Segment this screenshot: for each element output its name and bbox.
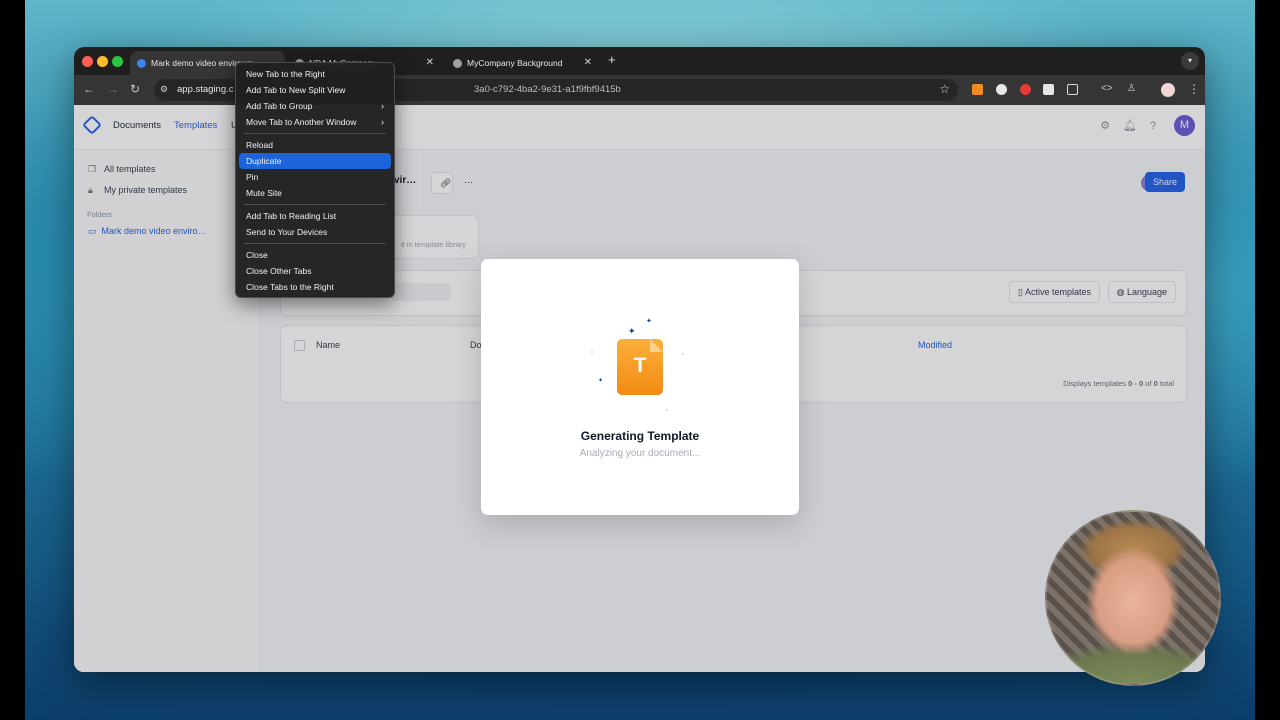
dot-decoration <box>591 351 593 353</box>
site-info-icon[interactable]: ⚙ <box>160 84 171 95</box>
menu-item-close-tabs-right[interactable]: Close Tabs to the Right <box>239 279 391 295</box>
menu-item-reading-list[interactable]: Add Tab to Reading List <box>239 208 391 224</box>
forward-button[interactable]: → <box>107 82 119 96</box>
close-tab-icon[interactable]: ✕ <box>584 51 592 75</box>
dot-decoration <box>682 353 684 355</box>
menu-item-pin[interactable]: Pin <box>239 169 391 185</box>
menu-separator <box>244 133 386 134</box>
extension-icon[interactable] <box>1043 84 1054 95</box>
back-button[interactable]: ← <box>83 82 95 96</box>
tab-favicon-icon <box>137 59 146 69</box>
menu-item-close[interactable]: Close <box>239 247 391 263</box>
close-window-button[interactable] <box>82 56 93 67</box>
menu-item-reload[interactable]: Reload <box>239 137 391 153</box>
close-tab-icon[interactable]: ✕ <box>426 51 434 75</box>
template-letter: T <box>633 354 647 377</box>
code-icon[interactable]: <> <box>1101 83 1113 94</box>
template-document-icon: T <box>617 339 663 395</box>
url-host: app.staging.c <box>177 84 234 95</box>
modal-subtitle: Analyzing your document... <box>579 448 701 459</box>
tab-title: MyCompany Background <box>467 58 563 68</box>
globe-icon <box>453 59 462 69</box>
generating-template-modal: ✦ ✦ ✦ T Generating Template Analyzing yo… <box>481 259 799 515</box>
tab-mycompany-background[interactable]: MyCompany Background ✕ <box>446 51 598 75</box>
webcam-overlay <box>1045 510 1221 686</box>
maximize-window-button[interactable] <box>112 56 123 67</box>
sparkle-icon: ✦ <box>646 318 652 325</box>
dot-decoration <box>666 409 668 411</box>
menu-item-close-other-tabs[interactable]: Close Other Tabs <box>239 263 391 279</box>
puzzle-extensions-icon[interactable] <box>1067 84 1078 95</box>
menu-item-new-tab-right[interactable]: New Tab to the Right <box>239 66 391 82</box>
chevron-right-icon: › <box>381 117 384 127</box>
reload-button[interactable]: ↻ <box>130 82 140 96</box>
modal-title: Generating Template <box>580 429 700 443</box>
menu-item-duplicate[interactable]: Duplicate <box>239 153 391 169</box>
bookmark-star-icon[interactable]: ☆ <box>939 82 950 96</box>
chevron-right-icon: › <box>381 101 384 111</box>
extension-icon[interactable] <box>996 84 1007 95</box>
menu-item-split-view[interactable]: Add Tab to New Split View <box>239 82 391 98</box>
menu-separator <box>244 243 386 244</box>
menu-separator <box>244 204 386 205</box>
menu-item-mute-site[interactable]: Mute Site <box>239 185 391 201</box>
tab-search-chevron-down-icon[interactable]: ▾ <box>1181 52 1199 70</box>
menu-item-move-tab[interactable]: Move Tab to Another Window › <box>239 114 391 130</box>
profile-avatar-icon[interactable] <box>1161 83 1175 97</box>
menu-item-send-to-devices[interactable]: Send to Your Devices <box>239 224 391 240</box>
more-menu-icon[interactable]: ⋮ <box>1188 82 1200 96</box>
incognito-icon[interactable]: ♙ <box>1127 83 1136 94</box>
url-path: 3a0-c792-4ba2-9e31-a1f9fbf9415b <box>474 84 621 95</box>
sparkle-icon: ✦ <box>598 378 604 384</box>
menu-item-add-to-group[interactable]: Add Tab to Group › <box>239 98 391 114</box>
extension-icon[interactable] <box>972 84 983 95</box>
new-tab-button[interactable]: + <box>608 52 616 67</box>
extension-icon[interactable] <box>1020 84 1031 95</box>
tab-context-menu: New Tab to the Right Add Tab to New Spli… <box>235 62 395 298</box>
sparkle-icon: ✦ <box>628 326 636 336</box>
minimize-window-button[interactable] <box>97 56 108 67</box>
